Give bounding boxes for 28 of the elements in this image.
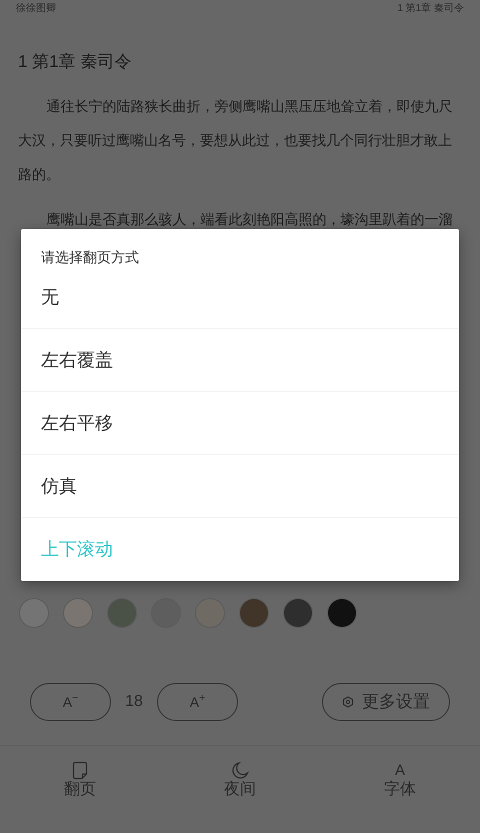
dialog-option[interactable]: 左右覆盖 bbox=[21, 329, 459, 392]
moon-icon bbox=[231, 761, 249, 780]
page-icon bbox=[72, 761, 88, 780]
theme-swatch[interactable] bbox=[284, 599, 312, 627]
theme-swatch[interactable] bbox=[108, 599, 136, 627]
theme-swatch[interactable] bbox=[20, 599, 48, 627]
nav-tab[interactable]: 夜间 bbox=[160, 746, 320, 833]
dialog-option[interactable]: 上下滚动 bbox=[21, 518, 459, 581]
theme-swatch[interactable] bbox=[328, 599, 356, 627]
dialog-option[interactable]: 左右平移 bbox=[21, 392, 459, 455]
dialog-option[interactable]: 无 bbox=[21, 266, 459, 329]
settings-icon bbox=[342, 696, 354, 708]
chapter-name: 1 第1章 秦司令 bbox=[397, 3, 464, 15]
more-settings-button[interactable]: 更多设置 bbox=[322, 683, 450, 721]
theme-swatch[interactable] bbox=[64, 599, 92, 627]
theme-swatch[interactable] bbox=[240, 599, 268, 627]
paragraph: 鹰嘴山是否真那么骇人，端看此刻艳阳高照的，壕沟里趴着的一溜 bbox=[45, 211, 454, 230]
font-decrease-button[interactable]: A$^{−}$ bbox=[30, 683, 111, 721]
dialog-option[interactable]: 仿真 bbox=[21, 455, 459, 518]
font-size-value: 18 bbox=[124, 692, 144, 712]
dialog-title: 请选择翻页方式 bbox=[40, 248, 140, 266]
nav-tab[interactable]: 翻页 bbox=[0, 746, 160, 833]
chapter-title: 1 第1章 秦司令 bbox=[18, 51, 132, 73]
font-icon: A bbox=[394, 761, 405, 780]
font-increase-button[interactable]: A$^{+}$ bbox=[157, 683, 238, 721]
paragraph: 通往长宁的陆路狭长曲折，旁侧鹰嘴山黑压压地耸立着，即使九尺大汉，只要听过鹰嘴山名号，要想从此过，也要找几个同行壮胆才敢上路的。 bbox=[18, 98, 454, 185]
book-title: 徐徐图卿 bbox=[16, 3, 56, 15]
nav-tab[interactable]: A 字体 bbox=[320, 746, 480, 833]
